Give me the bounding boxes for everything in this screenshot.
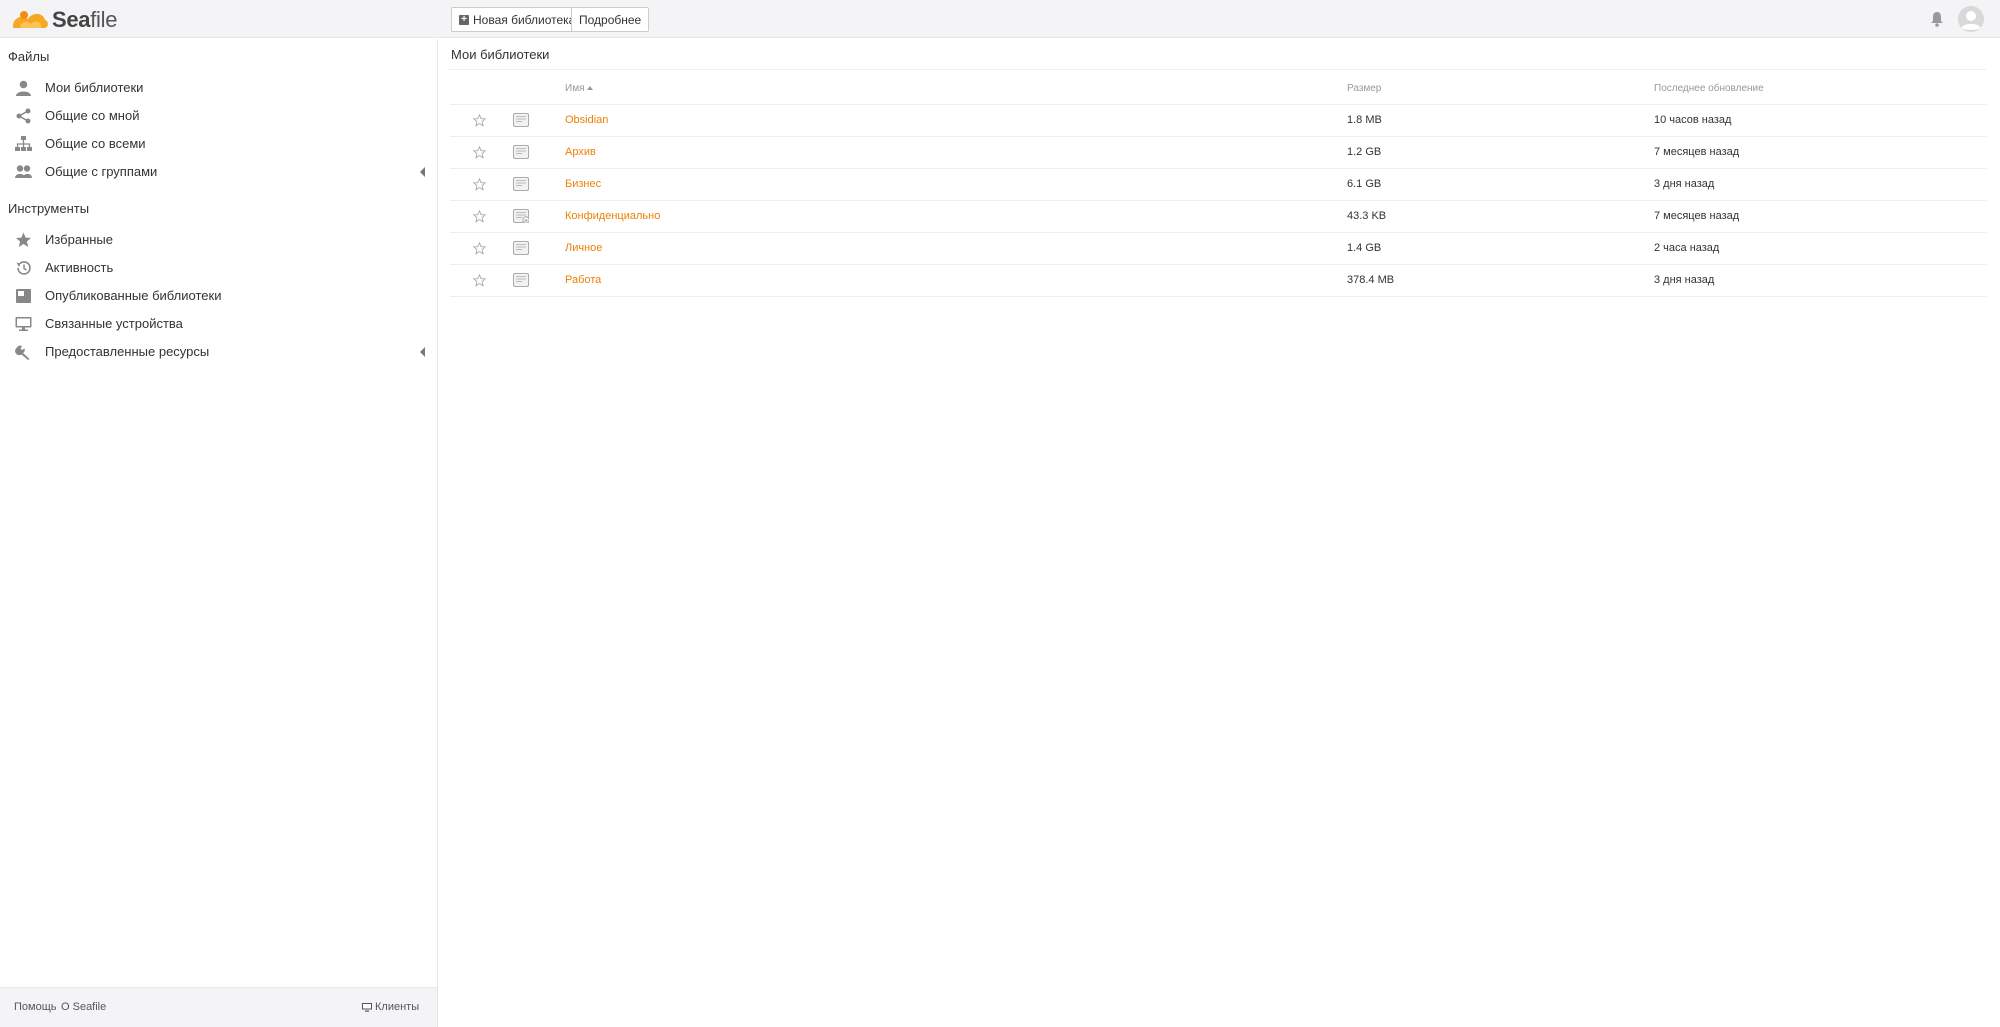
title-divider: [449, 69, 1986, 70]
sidebar-item-label: Предоставленные ресурсы: [45, 344, 210, 359]
table-header-row: Имя Размер Последнее обновление: [450, 73, 1987, 105]
org-icon: [15, 136, 32, 151]
user-avatar-icon: [1958, 6, 1984, 32]
library-name-link[interactable]: Работа: [565, 274, 601, 286]
clients-link[interactable]: Клиенты: [362, 1001, 419, 1013]
sidebar-item-starred[interactable]: Избранные: [0, 226, 437, 254]
logo-text: Seafile: [52, 7, 118, 32]
library-size: 43.3 KB: [1347, 200, 1654, 233]
library-icon: [513, 241, 529, 255]
table-row[interactable]: Obsidian 1.8 MB 10 часов назад: [450, 104, 1987, 137]
more-button[interactable]: Подробнее: [571, 7, 650, 32]
name-column-header[interactable]: Имя: [548, 73, 1347, 105]
star-outline-icon[interactable]: [473, 273, 486, 287]
help-link[interactable]: Помощь: [14, 1001, 57, 1013]
tools-heading: Инструменты: [8, 201, 90, 216]
main-content: Мои библиотеки Имя Размер Последнее обно…: [439, 39, 2000, 1027]
library-icon: [513, 145, 529, 159]
library-updated: 10 часов назад: [1654, 104, 1987, 137]
sidebar-item-published-libraries[interactable]: Опубликованные библиотеки: [0, 282, 437, 310]
table-row[interactable]: Бизнес 6.1 GB 3 дня назад: [450, 168, 1987, 201]
star-outline-icon[interactable]: [473, 113, 486, 127]
seafile-logo-icon: [12, 11, 48, 28]
library-icon: [513, 177, 529, 191]
sidebar-item-shared-with-groups[interactable]: Общие с группами: [0, 158, 437, 186]
library-name-link[interactable]: Бизнес: [565, 178, 601, 190]
sidebar: Файлы Мои библиотеки Общие со мной Общие…: [0, 39, 438, 1027]
library-size: 1.8 MB: [1347, 104, 1654, 137]
libraries-table-body: Obsidian 1.8 MB 10 часов назад Архив 1.2 GB 7…: [450, 104, 1987, 297]
table-row[interactable]: Конфиденциально 43.3 KB 7 месяцев назад: [450, 200, 1987, 233]
library-updated: 3 дня назад: [1654, 168, 1987, 201]
sidebar-item-label: Избранные: [45, 232, 113, 247]
table-row[interactable]: Архив 1.2 GB 7 месяцев назад: [450, 136, 1987, 169]
new-library-button[interactable]: + Новая библиотека: [451, 7, 584, 32]
clients-label: Клиенты: [375, 1001, 420, 1013]
library-size: 378.4 MB: [1347, 264, 1654, 297]
icon-column-header: [491, 73, 548, 105]
desktop-icon: [362, 1002, 372, 1012]
library-icon: [513, 273, 529, 287]
sidebar-item-label: Общие со всеми: [45, 136, 146, 151]
group-icon: [15, 165, 32, 178]
page-title: Мои библиотеки: [451, 47, 550, 62]
sort-asc-icon: [587, 85, 594, 90]
sidebar-item-label: Общие со мной: [45, 108, 140, 123]
sidebar-item-label: Общие с группами: [45, 164, 158, 179]
sidebar-item-label: Мои библиотеки: [45, 80, 144, 95]
sidebar-item-shared-resources[interactable]: Предоставленные ресурсы: [0, 338, 437, 366]
table-row[interactable]: Работа 378.4 MB 3 дня назад: [450, 264, 1987, 297]
monitor-icon: [15, 317, 32, 331]
libraries-table: Имя Размер Последнее обновление Obsidian…: [450, 73, 1987, 297]
sidebar-item-label: Связанные устройства: [45, 316, 183, 331]
sidebar-footer: Помощь О Seafile Клиенты: [0, 987, 437, 1027]
star-outline-icon[interactable]: [473, 145, 486, 159]
library-icon: [513, 113, 529, 127]
history-icon: [16, 261, 31, 275]
library-name-link[interactable]: Конфиденциально: [565, 210, 660, 222]
sidebar-item-my-libraries[interactable]: Мои библиотеки: [0, 74, 437, 102]
sidebar-item-shared-with-all[interactable]: Общие со всеми: [0, 130, 437, 158]
more-label: Подробнее: [579, 12, 642, 27]
wiki-icon: [16, 289, 31, 303]
seafile-logo[interactable]: Seafile: [10, 6, 117, 34]
table-row[interactable]: Личное 1.4 GB 2 часа назад: [450, 232, 1987, 265]
avatar[interactable]: [1958, 6, 1984, 32]
share-icon: [16, 108, 31, 124]
size-column-header[interactable]: Размер: [1347, 73, 1654, 105]
files-heading: Файлы: [8, 49, 50, 64]
top-header: Seafile + Новая библиотека Подробнее: [0, 0, 2000, 38]
bell-icon[interactable]: [1929, 11, 1945, 27]
library-updated: 7 месяцев назад: [1654, 200, 1987, 233]
library-updated: 3 дня назад: [1654, 264, 1987, 297]
user-icon: [16, 80, 31, 96]
library-updated: 2 часа назад: [1654, 232, 1987, 265]
caret-left-icon[interactable]: [420, 167, 425, 177]
library-name-link[interactable]: Архив: [565, 146, 596, 158]
star-outline-icon[interactable]: [473, 241, 486, 255]
updated-column-header[interactable]: Последнее обновление: [1654, 73, 1987, 105]
wrench-icon: [15, 345, 30, 360]
library-size: 1.4 GB: [1347, 232, 1654, 265]
library-updated: 7 месяцев назад: [1654, 136, 1987, 169]
library-size: 6.1 GB: [1347, 168, 1654, 201]
library-size: 1.2 GB: [1347, 136, 1654, 169]
encrypted-library-icon: [513, 209, 529, 223]
caret-left-icon[interactable]: [420, 347, 425, 357]
about-link[interactable]: О Seafile: [61, 1001, 106, 1013]
library-name-link[interactable]: Личное: [565, 242, 602, 254]
sidebar-item-shared-with-me[interactable]: Общие со мной: [0, 102, 437, 130]
plus-icon: +: [459, 14, 469, 25]
sidebar-item-label: Опубликованные библиотеки: [45, 288, 222, 303]
sidebar-item-linked-devices[interactable]: Связанные устройства: [0, 310, 437, 338]
star-outline-icon[interactable]: [473, 209, 486, 223]
new-library-label: Новая библиотека: [473, 12, 576, 27]
sidebar-item-activities[interactable]: Активность: [0, 254, 437, 282]
sidebar-item-label: Активность: [45, 260, 114, 275]
star-icon: [16, 232, 31, 247]
star-outline-icon[interactable]: [473, 177, 486, 191]
star-column-header: [450, 73, 491, 105]
library-name-link[interactable]: Obsidian: [565, 114, 608, 126]
